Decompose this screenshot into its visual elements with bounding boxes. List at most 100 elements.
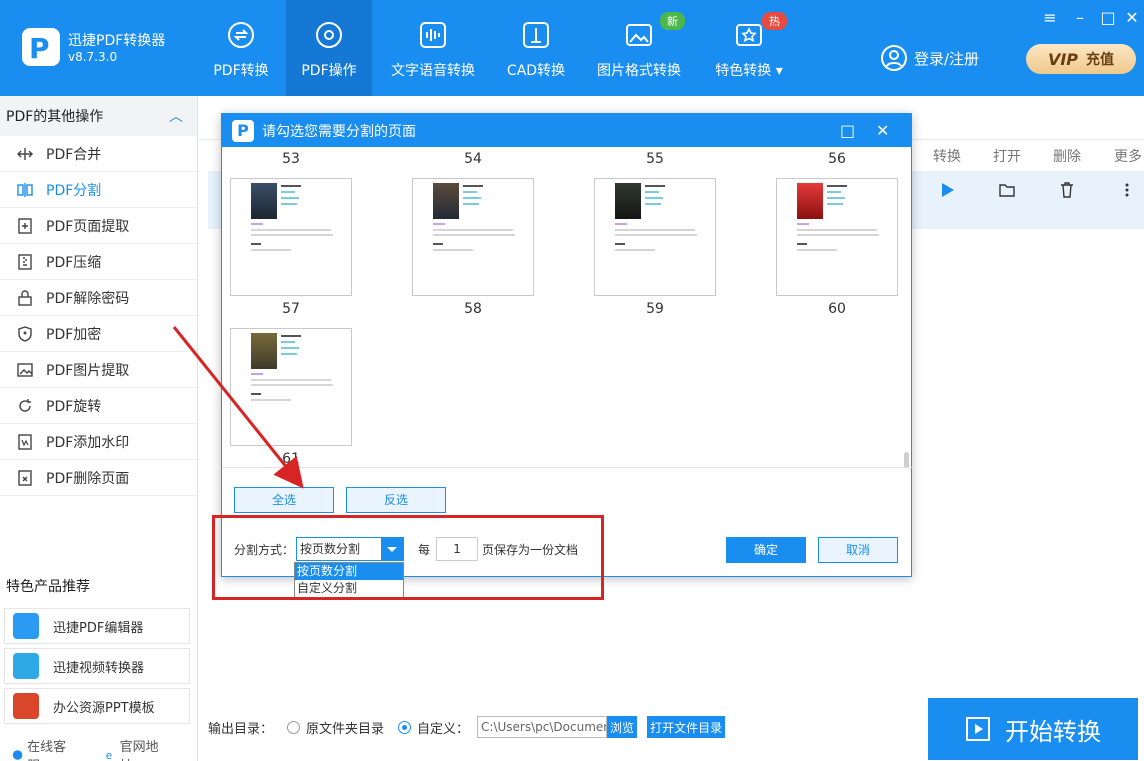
more-icon[interactable] bbox=[1118, 181, 1136, 199]
ie-icon: e bbox=[105, 750, 111, 761]
page-thumbnail[interactable] bbox=[594, 178, 716, 296]
maximize-icon[interactable]: □ bbox=[1098, 8, 1118, 28]
website-label: 官网地址 bbox=[119, 740, 159, 761]
login-button[interactable]: 登录/注册 bbox=[880, 44, 979, 72]
sidebar-item-label: PDF页面提取 bbox=[46, 218, 130, 235]
text-line bbox=[433, 243, 443, 245]
output-path-input[interactable]: C:\Users\pc\Documen bbox=[477, 716, 608, 738]
text-line bbox=[281, 185, 301, 187]
text-line bbox=[433, 223, 445, 225]
sidebar-item-compress[interactable]: PDF压缩 bbox=[0, 244, 197, 280]
nav-label: CAD转换 bbox=[506, 63, 566, 79]
page-thumbnail[interactable] bbox=[776, 178, 898, 296]
sidebar: PDF的其他操作 ︿ PDF合并 PDF分割 PDF页面提取 PDF压缩 PDF… bbox=[0, 96, 198, 761]
sidebar-item-image-extract[interactable]: PDF图片提取 bbox=[0, 352, 197, 388]
shield-icon bbox=[18, 325, 32, 342]
text-line bbox=[251, 234, 333, 236]
nav-cad[interactable]: CAD转换 bbox=[500, 0, 572, 96]
text-line bbox=[827, 191, 841, 193]
website-link[interactable]: e 官网地址 bbox=[105, 736, 180, 761]
sidebar-item-label: PDF合并 bbox=[46, 146, 102, 163]
nav-voice[interactable]: 文字语音转换 bbox=[388, 0, 478, 96]
featured-pdf-editor[interactable]: 迅捷PDF编辑器 bbox=[4, 608, 190, 644]
nav-pdf-operate[interactable]: PDF操作 bbox=[286, 0, 372, 96]
invert-selection-button[interactable]: 反选 bbox=[346, 487, 446, 513]
featured-video-converter[interactable]: 迅捷视频转换器 bbox=[4, 648, 190, 684]
nav-label: PDF转换 bbox=[213, 63, 269, 79]
radio-custom-dir[interactable] bbox=[398, 720, 412, 734]
app-header: P 迅捷PDF转换器 v8.7.3.0 PDF转换 PDF操作 文字语音转换 C… bbox=[0, 0, 1144, 96]
text-line bbox=[281, 353, 297, 355]
dialog-scrollbar[interactable] bbox=[904, 452, 909, 467]
sidebar-item-rotate[interactable]: PDF旋转 bbox=[0, 388, 197, 424]
sidebar-item-label: PDF分割 bbox=[46, 182, 102, 199]
text-line bbox=[615, 234, 697, 236]
col-open: 打开 bbox=[993, 149, 1021, 165]
nav-label: 文字语音转换 bbox=[391, 63, 475, 79]
start-convert-button[interactable]: 开始转换 bbox=[928, 698, 1138, 760]
close-icon[interactable]: ✕ bbox=[1122, 8, 1142, 28]
text-line bbox=[827, 203, 843, 205]
sidebar-item-watermark[interactable]: PDF添加水印 bbox=[0, 424, 197, 460]
sidebar-item-unlock[interactable]: PDF解除密码 bbox=[0, 280, 197, 316]
select-all-button[interactable]: 全选 bbox=[234, 487, 334, 513]
image-icon bbox=[626, 24, 652, 46]
page-grid: 53 54 55 56 57 58 59 60 61 bbox=[222, 147, 912, 467]
online-service-link[interactable]: 在线客服 bbox=[12, 736, 87, 761]
recharge-label: 充值 bbox=[1086, 52, 1115, 68]
trash-icon[interactable] bbox=[1058, 181, 1076, 199]
text-line bbox=[281, 203, 297, 205]
poster-image bbox=[251, 333, 277, 369]
browse-button[interactable]: 浏览 bbox=[607, 716, 638, 738]
text-line bbox=[281, 341, 295, 343]
sidebar-header-label: PDF的其他操作 bbox=[6, 109, 104, 125]
text-line bbox=[615, 249, 655, 251]
nav-pdf-convert[interactable]: PDF转换 bbox=[200, 0, 282, 96]
text-line bbox=[463, 203, 479, 205]
text-line bbox=[797, 249, 837, 251]
radio-source-dir[interactable] bbox=[287, 720, 301, 734]
dialog-maximize-icon[interactable]: □ bbox=[840, 121, 855, 140]
pdf-operate-icon bbox=[316, 22, 342, 48]
vip-recharge-button[interactable]: VIP 充值 bbox=[1026, 44, 1136, 74]
page-thumbnail[interactable] bbox=[412, 178, 534, 296]
text-line bbox=[251, 243, 261, 245]
text-line bbox=[797, 229, 877, 231]
featured-label: 办公资源PPT模板 bbox=[53, 700, 155, 716]
split-pages-dialog: P 请勾选您需要分割的页面 □ ✕ 53 54 55 56 57 58 59 6… bbox=[221, 113, 912, 577]
poster-image bbox=[797, 183, 823, 219]
sidebar-footer: 在线客服 e 官网地址 bbox=[12, 736, 197, 761]
col-delete: 删除 bbox=[1053, 149, 1081, 165]
sidebar-item-merge[interactable]: PDF合并 bbox=[0, 136, 197, 172]
open-dir-button[interactable]: 打开文件目录 bbox=[647, 716, 726, 738]
ok-button[interactable]: 确定 bbox=[726, 537, 806, 563]
folder-icon[interactable] bbox=[998, 181, 1016, 199]
sidebar-item-encrypt[interactable]: PDF加密 bbox=[0, 316, 197, 352]
sidebar-item-label: PDF删除页面 bbox=[46, 470, 130, 487]
dialog-close-icon[interactable]: ✕ bbox=[876, 121, 889, 140]
text-line bbox=[251, 229, 331, 231]
text-line bbox=[251, 249, 291, 251]
text-line bbox=[615, 223, 627, 225]
page-number: 56 bbox=[828, 151, 846, 167]
dialog-titlebar: P 请勾选您需要分割的页面 □ ✕ bbox=[222, 114, 911, 147]
menu-icon[interactable]: ≡ bbox=[1040, 8, 1060, 28]
nav-label: 特色转换 bbox=[715, 63, 772, 79]
text-line bbox=[463, 185, 483, 187]
text-line bbox=[463, 191, 477, 193]
sidebar-item-split[interactable]: PDF分割 bbox=[0, 172, 197, 208]
page-thumbnail[interactable] bbox=[230, 328, 352, 446]
text-line bbox=[251, 384, 333, 386]
page-thumbnail[interactable] bbox=[230, 178, 352, 296]
text-line bbox=[615, 229, 695, 231]
featured-ppt-template[interactable]: 办公资源PPT模板 bbox=[4, 688, 190, 724]
sidebar-header[interactable]: PDF的其他操作 ︿ bbox=[0, 96, 197, 136]
text-line bbox=[281, 347, 299, 349]
text-line bbox=[645, 197, 663, 199]
minimize-icon[interactable]: – bbox=[1070, 8, 1090, 28]
play-icon[interactable] bbox=[938, 181, 956, 199]
cancel-button[interactable]: 取消 bbox=[818, 537, 898, 563]
sidebar-item-delete-page[interactable]: PDF删除页面 bbox=[0, 460, 197, 496]
sidebar-item-extract-page[interactable]: PDF页面提取 bbox=[0, 208, 197, 244]
unlock-icon bbox=[18, 289, 32, 306]
